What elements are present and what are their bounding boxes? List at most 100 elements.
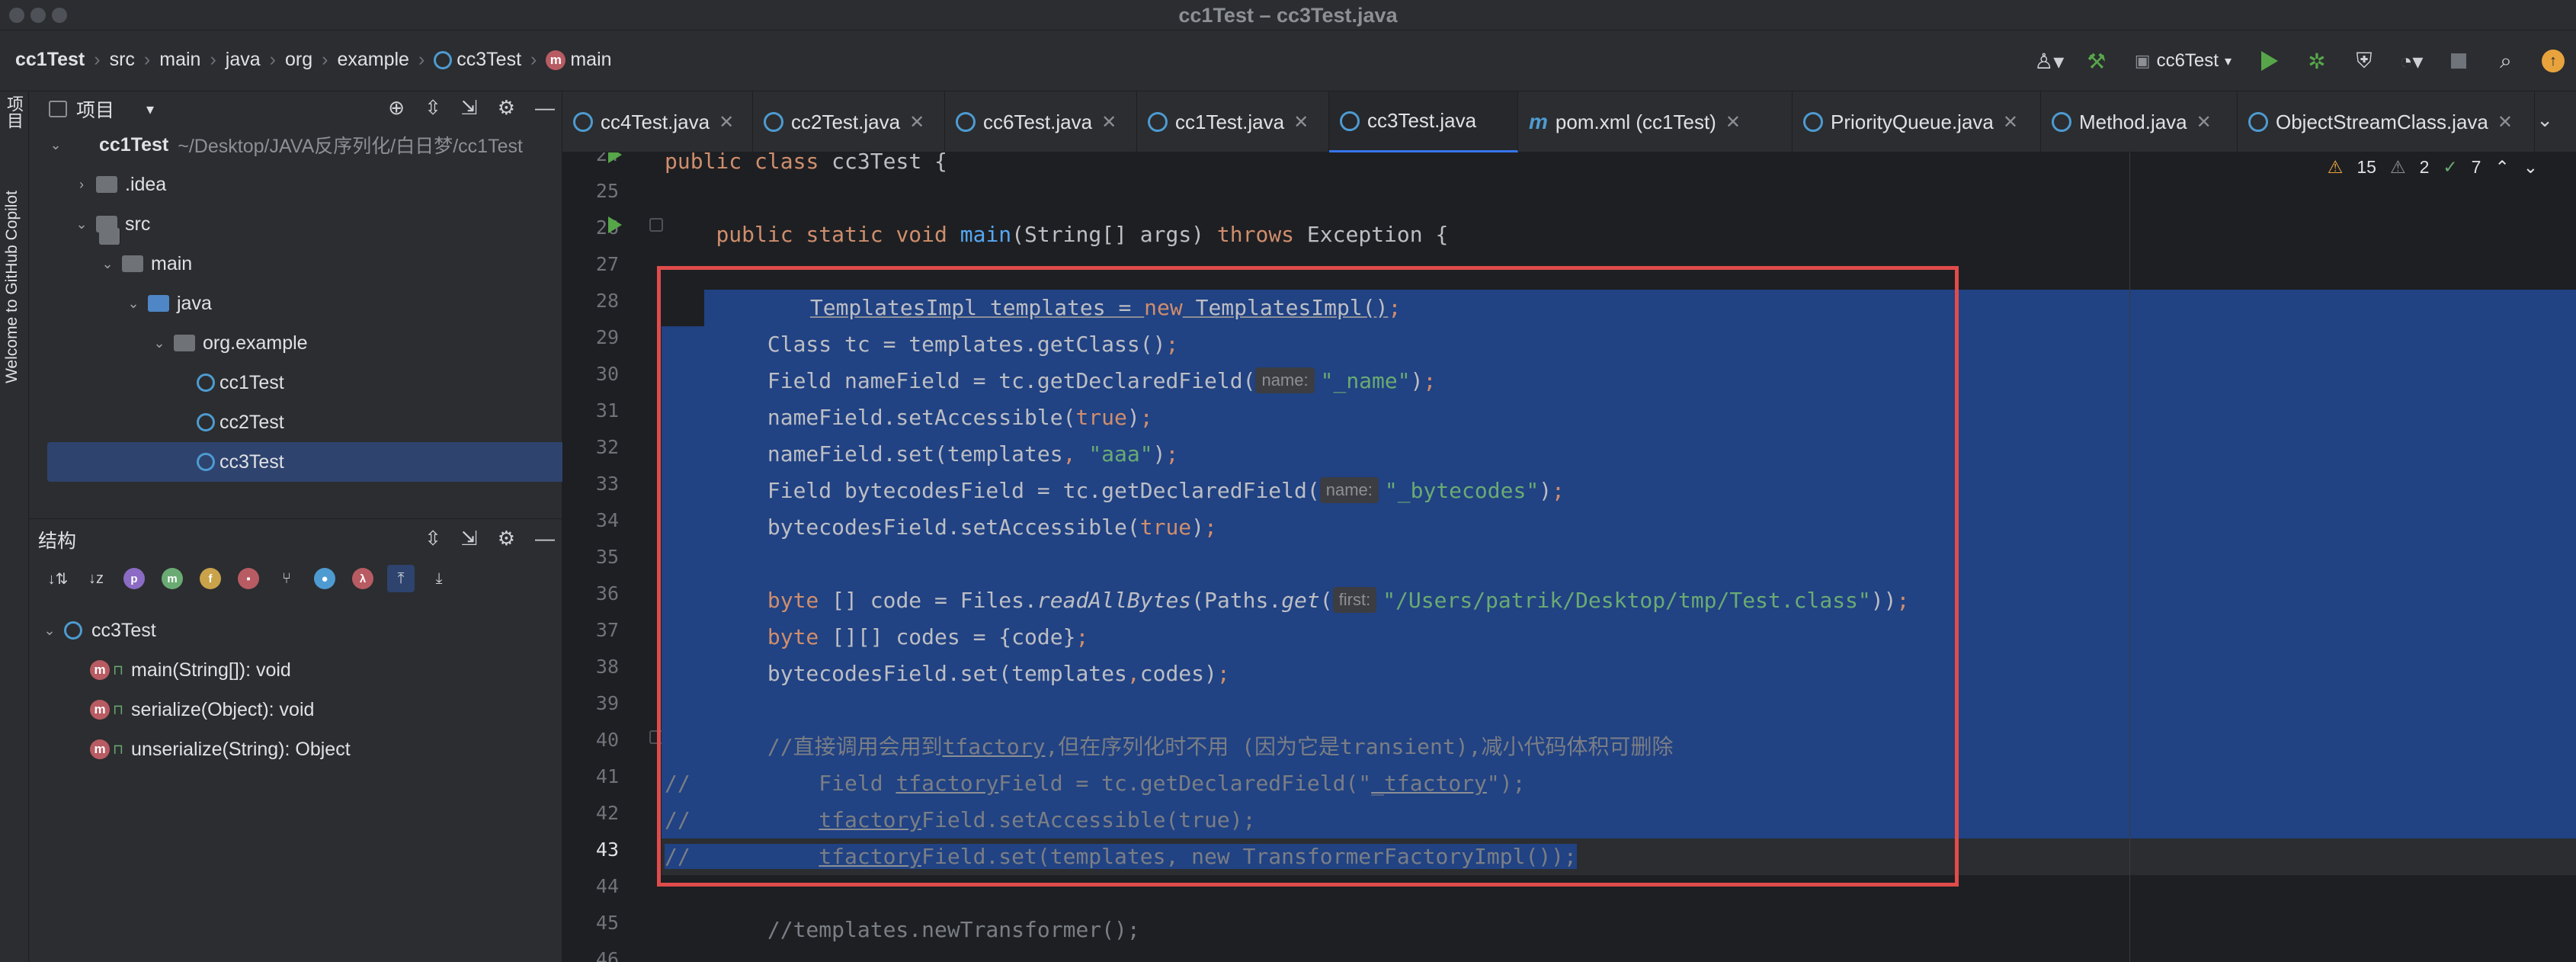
tree-item-project[interactable]: ⌄ cc1Test ~/Desktop/JAVA反序列化/白日梦/cc1Test [29, 125, 562, 245]
show-nonpublic-filter[interactable]: ▪ [235, 565, 262, 592]
breadcrumb-org[interactable]: org [285, 49, 312, 71]
collapse-all-icon[interactable]: ⇲ [461, 96, 478, 120]
code-line: public static void main(String[] args) t… [662, 216, 2576, 253]
show-lambdas-filter[interactable]: λ [349, 565, 376, 592]
hide-icon[interactable]: — [535, 527, 555, 550]
show-inherited-filter[interactable]: m [159, 565, 186, 592]
code-editor[interactable]: 24 25 26 27 28 29 30 31 32 33 34 35 36 3… [562, 152, 2576, 962]
close-icon[interactable]: ✕ [1293, 111, 1309, 133]
tab-method[interactable]: Method.java ✕ [2041, 91, 2238, 152]
tabs-overflow-icon[interactable]: ⌄ [2536, 108, 2553, 132]
code-token: "); [1486, 771, 1526, 796]
expand-all-icon[interactable]: ⇳ [425, 527, 441, 550]
run-gutter-icon[interactable] [608, 152, 622, 163]
autoscroll-from-source-icon[interactable]: ⤓ [425, 565, 453, 592]
close-icon[interactable]: ✕ [1725, 111, 1741, 133]
structure-member[interactable]: m ⊓ serialize(Object): void [29, 690, 562, 730]
breadcrumb-project[interactable]: cc1Test [15, 49, 85, 71]
close-icon[interactable]: ✕ [719, 111, 734, 133]
chevron-down-icon[interactable]: ⌄ [2523, 157, 2538, 178]
locate-icon[interactable]: ⊕ [388, 96, 405, 120]
chevron-right-icon: › [210, 49, 216, 70]
run-configuration-select[interactable]: ▣ cc6Test ▾ [2129, 50, 2238, 72]
close-icon[interactable]: ✕ [2003, 111, 2018, 133]
user-account-icon[interactable]: ♙▾ [2034, 46, 2065, 76]
breadcrumb-java[interactable]: java [226, 49, 261, 71]
tab-cc2test[interactable]: cc2Test.java ✕ [753, 91, 945, 152]
collapse-all-icon[interactable]: ⇲ [461, 527, 478, 550]
stop-button[interactable] [2443, 46, 2474, 76]
run-gutter-icon[interactable] [608, 216, 622, 233]
tree-item-cc2test[interactable]: cc2Test [29, 402, 562, 442]
chevron-right-icon: › [79, 176, 84, 192]
chevron-up-icon[interactable]: ⌃ [2494, 157, 2509, 178]
structure-panel-title: 结构 [38, 531, 77, 552]
tree-item-idea[interactable]: › .idea [29, 165, 562, 204]
autoscroll-to-source-icon[interactable]: ⤒ [387, 565, 415, 592]
code-line-selected [662, 546, 2576, 582]
structure-member[interactable]: m ⊓ main(String[]): void [29, 650, 562, 690]
project-view-select[interactable]: 项目 ▾ [49, 95, 154, 123]
sort-by-type-icon[interactable]: ↓⇅ [44, 565, 72, 592]
tree-item-cc3test[interactable]: cc3Test [47, 442, 569, 482]
breadcrumb-method[interactable]: m main [546, 49, 612, 71]
expand-all-icon[interactable]: ⇳ [425, 96, 441, 120]
tab-priorityqueue[interactable]: PriorityQueue.java ✕ [1793, 91, 2041, 152]
run-button[interactable] [2254, 46, 2285, 76]
tree-item-label: cc1Test [99, 133, 169, 156]
breadcrumb-class[interactable]: cc3Test [434, 49, 521, 71]
line-number: 44 [595, 875, 619, 897]
code-token: bytecodesField.setAccessible( [665, 515, 1140, 540]
code-line-current: // tfactoryField.set(templates, new Tran… [662, 839, 2576, 875]
line-number: 32 [595, 436, 619, 458]
tree-item-java[interactable]: ⌄ java [29, 284, 562, 323]
show-fields-filter[interactable]: f [197, 565, 224, 592]
tab-pom-xml[interactable]: m pom.xml (cc1Test) ✕ [1518, 91, 1793, 152]
code-line: public class cc3Test { [662, 152, 2576, 180]
code-token: ; [1552, 478, 1565, 503]
structure-root[interactable]: ⌄ cc3Test [29, 611, 562, 650]
unlock-icon: ⊓ [113, 662, 124, 678]
sort-alpha-icon[interactable]: ↓z [82, 565, 110, 592]
debug-button[interactable]: ✲ [2302, 46, 2332, 76]
close-icon[interactable]: ✕ [909, 111, 924, 133]
profile-button[interactable]: ◔▾ [2396, 46, 2427, 76]
gear-icon[interactable]: ⚙ [498, 96, 515, 120]
line-number: 45 [595, 912, 619, 934]
code-token: ; [1423, 368, 1437, 393]
inspections-widget[interactable]: ⚠ 15 ⚠ 2 ✓ 7 ⌃ ⌄ [2328, 157, 2538, 178]
tab-cc3test[interactable]: cc3Test.java [1329, 91, 1518, 152]
show-anonymous-filter[interactable]: ● [311, 565, 338, 592]
tab-cc4test[interactable]: cc4Test.java ✕ [562, 91, 753, 152]
close-icon[interactable]: ✕ [2498, 111, 2513, 133]
gear-icon[interactable]: ⚙ [498, 527, 515, 550]
tree-item-main[interactable]: ⌄ main [29, 244, 562, 284]
structure-member[interactable]: m ⊓ unserialize(String): Object [29, 730, 562, 769]
tree-item-src[interactable]: ⌄ src [29, 204, 562, 244]
lambda-icon: λ [352, 568, 373, 589]
tree-item-package[interactable]: ⌄ org.example [29, 323, 562, 363]
breadcrumb-src[interactable]: src [110, 49, 135, 71]
coverage-button[interactable]: ⛨ [2349, 46, 2379, 76]
line-number: 27 [595, 253, 619, 275]
tree-item-cc1test[interactable]: cc1Test [29, 363, 562, 402]
close-icon[interactable]: ✕ [1101, 111, 1117, 133]
close-icon[interactable]: ✕ [2196, 111, 2212, 133]
code-token: codes) [1139, 661, 1217, 686]
main-toolbar: cc1Test › src › main › java › org › exam… [0, 30, 2576, 91]
tab-objectstreamclass[interactable]: ObjectStreamClass.java ✕ [2238, 91, 2535, 152]
copilot-tool-tab[interactable]: Welcome to GitHub Copilot [3, 191, 26, 383]
search-button[interactable]: ⌕ [2491, 46, 2521, 76]
tab-cc6test[interactable]: cc6Test.java ✕ [945, 91, 1137, 152]
project-tool-tab[interactable]: 项目 [3, 95, 26, 129]
code-token: "aaa" [1088, 441, 1153, 467]
breadcrumb-example[interactable]: example [337, 49, 409, 71]
updates-button[interactable]: ↑ [2538, 46, 2568, 76]
hierarchy-icon[interactable]: ⑂ [273, 565, 300, 592]
hide-icon[interactable]: — [535, 96, 555, 120]
tab-cc1test[interactable]: cc1Test.java ✕ [1137, 91, 1329, 152]
show-properties-filter[interactable]: p [120, 565, 148, 592]
build-hammer-icon[interactable]: ⚒ [2081, 46, 2112, 76]
tree-item-path: ~/Desktop/JAVA反序列化/白日梦/cc1Test [178, 136, 523, 157]
breadcrumb-main[interactable]: main [159, 49, 200, 71]
